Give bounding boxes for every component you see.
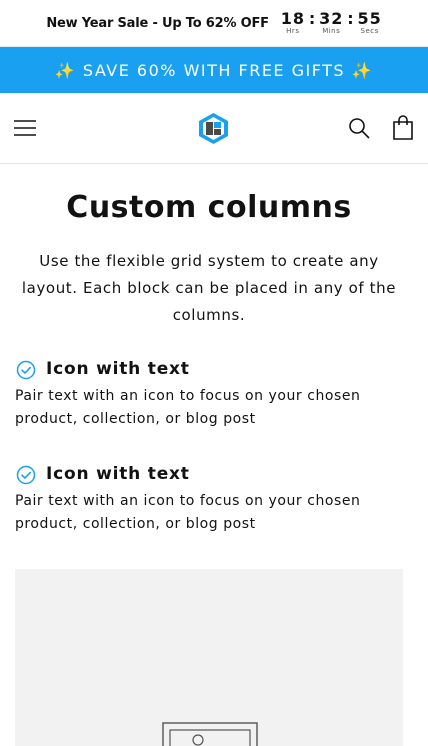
countdown-separator: : xyxy=(308,9,316,28)
announcement-text: ✨ SAVE 60% WITH FREE GIFTS ✨ xyxy=(54,60,374,80)
countdown-minutes-value: 32 xyxy=(319,9,344,28)
column-heading: Icon with text xyxy=(15,460,415,488)
menu-icon[interactable] xyxy=(14,117,36,139)
image-placeholder xyxy=(15,569,403,746)
countdown-separator: : xyxy=(347,9,354,28)
check-circle-icon xyxy=(16,465,36,485)
promo-text: New Year Sale - Up To 62% OFF xyxy=(46,15,269,31)
logo[interactable] xyxy=(199,113,228,144)
column-text: Pair text with an icon to focus on your … xyxy=(15,388,361,427)
page-title: Custom columns xyxy=(66,190,352,225)
promo-bar: New Year Sale - Up To 62% OFF 18 Hrs : 3… xyxy=(0,0,428,47)
countdown-seconds-value: 55 xyxy=(357,9,382,28)
site-header xyxy=(0,93,428,164)
column-title: Icon with text xyxy=(46,464,190,484)
countdown-hours: 18 Hrs xyxy=(281,10,305,36)
announcement-bar[interactable]: ✨ SAVE 60% WITH FREE GIFTS ✨ xyxy=(0,47,428,93)
image-placeholder-icon xyxy=(162,722,258,746)
column-text: Pair text with an icon to focus on your … xyxy=(15,493,361,532)
column-title: Icon with text xyxy=(46,359,190,379)
countdown-hours-value: 18 xyxy=(280,9,305,28)
countdown-hours-label: Hrs xyxy=(286,27,300,35)
countdown-seconds-label: Secs xyxy=(360,27,379,35)
countdown-minutes: 32 Mins xyxy=(319,10,343,36)
column-item: Icon with text Pair text with an icon to… xyxy=(15,355,415,431)
check-circle-icon xyxy=(16,360,36,380)
countdown-seconds: 55 Secs xyxy=(358,10,382,36)
countdown-timer: 18 Hrs : 32 Mins : 55 Secs xyxy=(281,10,382,36)
column-heading: Icon with text xyxy=(15,355,415,383)
intro-text: Use the flexible grid system to create a… xyxy=(21,252,397,324)
search-icon[interactable] xyxy=(347,116,371,140)
cart-icon[interactable] xyxy=(391,114,415,140)
column-item: Icon with text Pair text with an icon to… xyxy=(15,460,415,536)
countdown-minutes-label: Mins xyxy=(322,27,341,35)
